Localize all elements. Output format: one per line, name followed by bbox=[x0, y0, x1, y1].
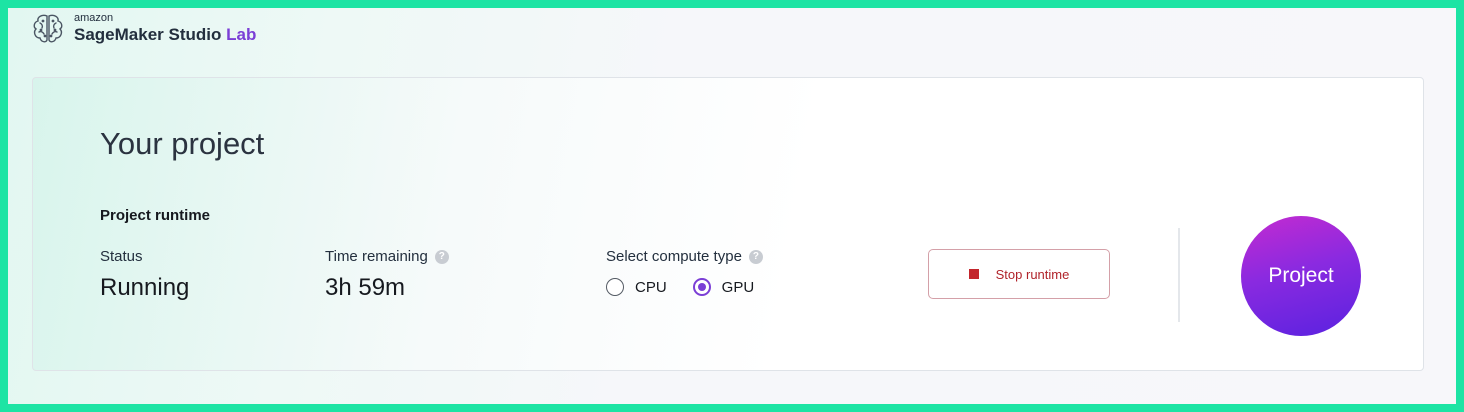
brand-product-name: SageMaker Studio bbox=[74, 25, 222, 44]
brand-product: SageMaker Studio Lab bbox=[74, 26, 256, 43]
open-project-label: Project bbox=[1268, 264, 1334, 287]
status-label: Status bbox=[100, 248, 143, 265]
info-icon[interactable]: ? bbox=[748, 249, 763, 264]
brain-icon bbox=[33, 14, 63, 43]
status-value: Running bbox=[100, 274, 190, 301]
brand-logo[interactable]: amazon SageMaker Studio Lab bbox=[30, 10, 256, 46]
brand-text: amazon SageMaker Studio Lab bbox=[74, 12, 256, 44]
radio-checked-icon[interactable] bbox=[692, 278, 711, 296]
app-frame: amazon SageMaker Studio Lab Your project… bbox=[8, 8, 1456, 404]
compute-option-gpu-label: GPU bbox=[721, 278, 755, 296]
time-remaining-label: Time remaining ? bbox=[325, 248, 449, 265]
runtime-section-title: Project runtime bbox=[100, 207, 211, 224]
compute-type-radio-group: CPU GPU bbox=[606, 278, 780, 296]
brand-company: amazon bbox=[74, 12, 114, 24]
project-card: Your project Project runtime Status Runn… bbox=[32, 77, 1424, 371]
compute-type-label-text: Select compute type bbox=[606, 248, 742, 265]
open-project-button[interactable]: Project bbox=[1241, 216, 1361, 336]
stop-runtime-button[interactable]: Stop runtime bbox=[928, 249, 1110, 299]
info-icon[interactable]: ? bbox=[434, 249, 449, 264]
time-remaining-value: 3h 59m bbox=[325, 274, 406, 301]
compute-option-gpu[interactable]: GPU bbox=[692, 278, 755, 296]
compute-type-label: Select compute type ? bbox=[606, 248, 763, 265]
time-remaining-label-text: Time remaining bbox=[325, 248, 428, 265]
stop-icon bbox=[968, 269, 979, 279]
stop-runtime-label: Stop runtime bbox=[995, 266, 1070, 282]
radio-unchecked-icon[interactable] bbox=[606, 278, 624, 296]
compute-option-cpu[interactable]: CPU bbox=[606, 278, 667, 296]
status-label-text: Status bbox=[100, 248, 143, 265]
vertical-divider bbox=[1178, 228, 1180, 322]
page-title: Your project bbox=[100, 126, 265, 161]
compute-option-cpu-label: CPU bbox=[635, 278, 667, 296]
brand-product-accent: Lab bbox=[226, 25, 257, 44]
